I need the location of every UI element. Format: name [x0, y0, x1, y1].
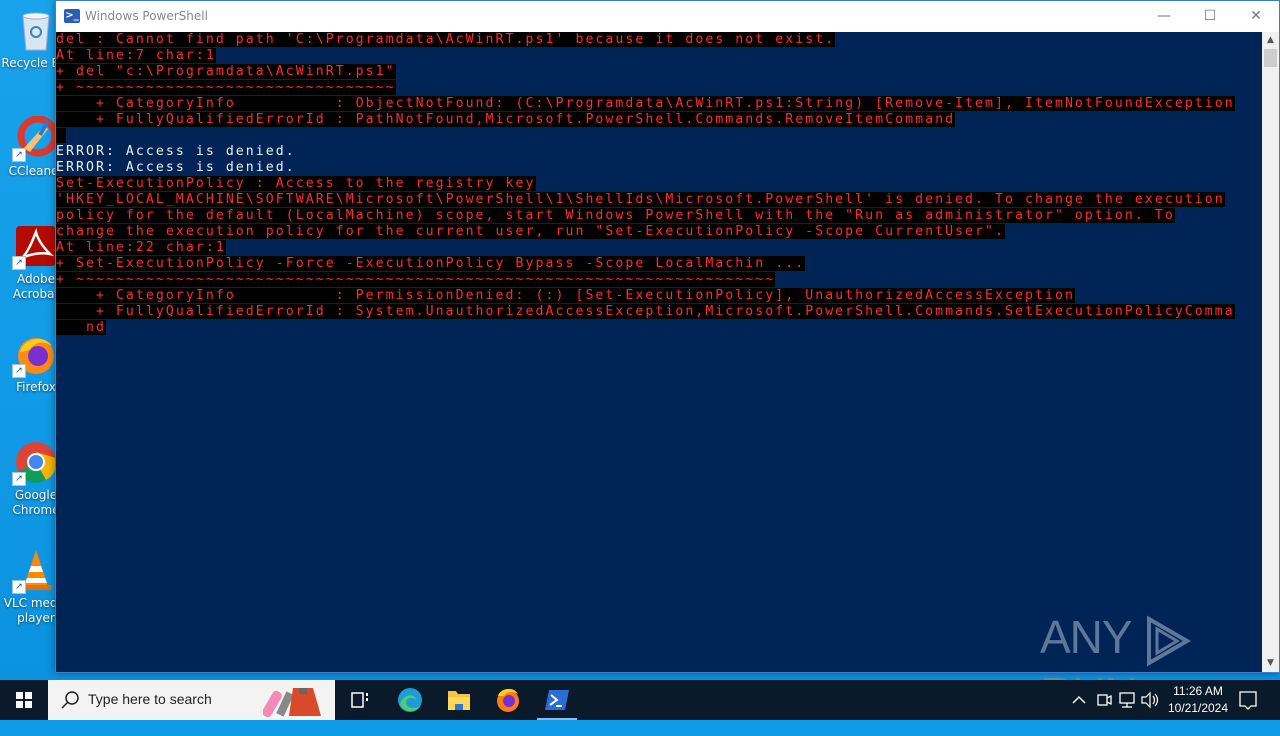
- start-button[interactable]: [0, 680, 48, 720]
- taskbar-file-explorer[interactable]: [435, 680, 483, 720]
- task-view-icon: [351, 692, 368, 708]
- shortcut-arrow-icon: ↗: [12, 256, 26, 270]
- tray-meet-now[interactable]: [1093, 680, 1115, 720]
- output-text: ERROR: Access is denied.: [56, 160, 296, 175]
- tray-network[interactable]: [1116, 680, 1138, 720]
- network-icon: [1119, 692, 1135, 708]
- google-chrome-icon: ↗: [12, 440, 58, 486]
- search-highlight-icon: [262, 682, 329, 718]
- console-line: At line:7 char:1: [56, 48, 1256, 64]
- clock-date: 10/21/2024: [1167, 701, 1229, 715]
- error-text: del : Cannot find path 'C:\Programdata\A…: [56, 32, 836, 47]
- error-text: + CategoryInfo : PermissionDenied: (:) […: [56, 288, 1075, 303]
- console-line: ERROR: Access is denied.: [56, 144, 1256, 160]
- console-line: ERROR: Access is denied.: [56, 160, 1256, 176]
- taskbar-firefox[interactable]: [484, 680, 532, 720]
- console-line: At line:22 char:1: [56, 240, 1256, 256]
- console-line: + CategoryInfo : ObjectNotFound: (C:\Pro…: [56, 96, 1256, 112]
- play-logo-icon: [1143, 615, 1193, 667]
- error-text: + Set-ExecutionPolicy -Force -ExecutionP…: [56, 256, 806, 271]
- powershell-icon: >_: [64, 9, 80, 23]
- close-button[interactable]: ✕: [1233, 1, 1279, 32]
- console-output[interactable]: del : Cannot find path 'C:\Programdata\A…: [56, 32, 1256, 672]
- powershell-icon: [545, 690, 569, 710]
- action-center-button[interactable]: [1234, 680, 1262, 720]
- taskbar-microsoft-edge[interactable]: [386, 680, 434, 720]
- recycle-bin-icon: [14, 8, 58, 52]
- search-box[interactable]: Type here to search: [48, 680, 335, 720]
- shortcut-arrow-icon: ↗: [12, 472, 26, 486]
- firefox-icon: ↗: [12, 332, 58, 378]
- console-line: 'HKEY_LOCAL_MACHINE\SOFTWARE\Microsoft\P…: [56, 192, 1256, 208]
- console-line: + FullyQualifiedErrorId : PathNotFound,M…: [56, 112, 1256, 128]
- shortcut-arrow-icon: ↗: [12, 148, 26, 162]
- error-text: + CategoryInfo : ObjectNotFound: (C:\Pro…: [56, 96, 1235, 111]
- taskbar: Type here to search 11:26 AM 10/21/2024: [0, 680, 1280, 720]
- console-line: + FullyQualifiedErrorId : System.Unautho…: [56, 304, 1256, 320]
- taskbar-task-view[interactable]: [336, 680, 384, 720]
- console-line: change the execution policy for the curr…: [56, 224, 1256, 240]
- shortcut-arrow-icon: ↗: [12, 580, 26, 594]
- error-text: + del "c:\Programdata\AcWinRT.ps1": [56, 64, 396, 79]
- window-title: Windows PowerShell: [85, 9, 208, 23]
- clock[interactable]: 11:26 AM 10/21/2024: [1160, 683, 1236, 717]
- scroll-up-icon[interactable]: ▲: [1262, 32, 1279, 49]
- title-bar[interactable]: >_ Windows PowerShell — ☐ ✕: [56, 1, 1279, 32]
- edge-icon: [398, 688, 422, 712]
- firefox-icon: [497, 688, 519, 712]
- show-hidden-icons-button[interactable]: [1068, 680, 1090, 720]
- console-line: + Set-ExecutionPolicy -Force -ExecutionP…: [56, 256, 1256, 272]
- error-text: policy for the default (LocalMachine) sc…: [56, 208, 1175, 223]
- ccleaner-icon: ↗: [12, 115, 59, 162]
- powershell-window: >_ Windows PowerShell — ☐ ✕ del : Cannot…: [55, 0, 1280, 673]
- shortcut-arrow-icon: ↗: [12, 364, 26, 378]
- error-text: + FullyQualifiedErrorId : System.Unautho…: [56, 304, 1235, 319]
- camera-icon: [1097, 694, 1112, 706]
- clock-time: 11:26 AM: [1173, 684, 1223, 698]
- error-text: 'HKEY_LOCAL_MACHINE\SOFTWARE\Microsoft\P…: [56, 192, 1225, 207]
- console-line: Set-ExecutionPolicy : Access to the regi…: [56, 176, 1256, 192]
- error-text: + FullyQualifiedErrorId : PathNotFound,M…: [56, 112, 956, 127]
- chevron-up-icon: [1072, 695, 1086, 704]
- console-line: policy for the default (LocalMachine) sc…: [56, 208, 1256, 224]
- console-line: nd: [56, 320, 1256, 336]
- speaker-icon: [1141, 691, 1159, 709]
- console-line: + del "c:\Programdata\AcWinRT.ps1": [56, 64, 1256, 80]
- console-line: + ~~~~~~~~~~~~~~~~~~~~~~~~~~~~~~~~~~~~~~…: [56, 272, 1256, 288]
- console-line: + ~~~~~~~~~~~~~~~~~~~~~~~~~~~~~~~~: [56, 80, 1256, 96]
- output-text: ERROR: Access is denied.: [56, 144, 296, 159]
- notification-icon: [1239, 691, 1257, 710]
- error-text: change the execution policy for the curr…: [56, 224, 1006, 239]
- tray-volume[interactable]: [1139, 680, 1161, 720]
- vertical-scrollbar[interactable]: ▲ ▼: [1262, 32, 1279, 672]
- scrollbar-thumb[interactable]: [1264, 49, 1277, 67]
- windows-logo-icon: [16, 692, 32, 708]
- watermark-left: ANY: [1040, 611, 1132, 663]
- search-placeholder: Type here to search: [88, 691, 212, 707]
- error-text: nd: [56, 320, 106, 335]
- folder-icon: [448, 691, 470, 710]
- error-text: At line:22 char:1: [56, 240, 226, 255]
- error-text: [56, 128, 66, 143]
- search-icon: [60, 690, 80, 710]
- error-text: At line:7 char:1: [56, 48, 216, 63]
- console-line: [56, 128, 1256, 144]
- minimize-button[interactable]: —: [1141, 1, 1187, 32]
- console-line: + CategoryInfo : PermissionDenied: (:) […: [56, 288, 1256, 304]
- taskbar-windows-powershell[interactable]: [533, 680, 581, 720]
- adobe-acrobat-icon: ↗: [12, 224, 58, 270]
- error-text: Set-ExecutionPolicy : Access to the regi…: [56, 176, 536, 191]
- error-text: + ~~~~~~~~~~~~~~~~~~~~~~~~~~~~~~~~: [56, 80, 396, 95]
- error-text: + ~~~~~~~~~~~~~~~~~~~~~~~~~~~~~~~~~~~~~~…: [56, 272, 776, 287]
- maximize-button[interactable]: ☐: [1187, 1, 1233, 32]
- vlc-icon: ↗: [12, 548, 58, 594]
- console-line: del : Cannot find path 'C:\Programdata\A…: [56, 32, 1256, 48]
